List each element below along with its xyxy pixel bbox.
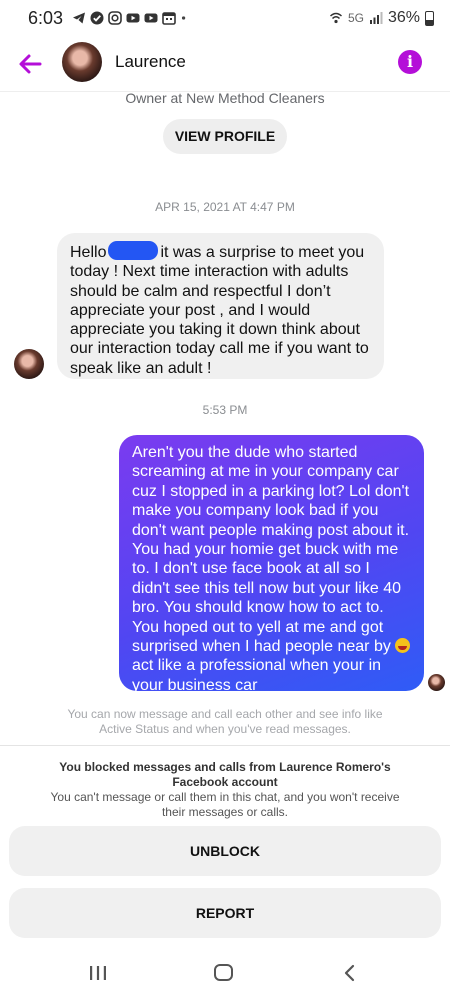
message-text-part: act like a professional when your in you… <box>132 657 382 694</box>
calendar-icon <box>162 12 176 25</box>
notification-icons <box>72 11 190 25</box>
blocked-subtitle: You can't message or call them in this c… <box>50 790 400 819</box>
redaction-mark <box>108 241 159 260</box>
youtube-icon <box>126 13 140 23</box>
system-nav-bar <box>0 950 450 1000</box>
report-button[interactable]: REPORT <box>9 888 441 938</box>
blocked-title: You blocked messages and calls from Laur… <box>59 760 391 789</box>
unblock-button[interactable]: UNBLOCK <box>9 826 441 876</box>
info-icon[interactable]: i <box>398 50 422 74</box>
connection-info-note: You can now message and call each other … <box>67 707 383 736</box>
instagram-icon <box>108 11 122 25</box>
view-profile-button[interactable]: VIEW PROFILE <box>163 119 287 154</box>
status-left: 6:03 <box>28 8 190 29</box>
battery-icon <box>425 10 434 26</box>
recent-apps-icon[interactable] <box>89 965 107 981</box>
conversation-header: Laurence i <box>0 36 450 92</box>
sender-avatar[interactable] <box>14 349 44 379</box>
home-icon[interactable] <box>214 964 233 981</box>
dot-icon <box>181 16 186 20</box>
received-message-bubble[interactable]: Hello it was a surprise to meet you today… <box>57 233 384 379</box>
sent-message-bubble[interactable]: Aren't you the dude who started screamin… <box>119 435 424 694</box>
back-arrow-icon[interactable] <box>14 48 46 80</box>
message-timestamp: 5:53 PM <box>202 403 248 417</box>
telegram-icon <box>73 12 86 24</box>
battery-percent: 36% <box>387 9 420 26</box>
status-right: 5G 36% <box>329 9 434 27</box>
laughing-emoji-icon <box>395 638 411 654</box>
verified-icon <box>90 11 104 25</box>
avatar[interactable] <box>62 42 102 82</box>
status-bar: 6:03 5G 36% <box>0 0 450 36</box>
profile-subtitle: Owner at New Method Cleaners <box>125 90 325 106</box>
network-type: 5G <box>347 11 364 25</box>
message-timestamp: APR 15, 2021 AT 4:47 PM <box>155 200 295 214</box>
read-receipt-avatar <box>428 674 445 691</box>
message-text-part: it was a surprise to meet you today ! Ne… <box>70 244 369 377</box>
contact-name[interactable]: Laurence <box>115 52 186 72</box>
signal-icon <box>369 12 383 24</box>
back-icon[interactable] <box>342 964 356 982</box>
message-text-part: Aren't you the dude who started screamin… <box>132 444 410 656</box>
wifi-calling-icon <box>329 12 342 24</box>
message-text-part: Hello <box>70 244 107 261</box>
youtube-icon <box>144 13 158 23</box>
status-time: 6:03 <box>28 7 64 28</box>
